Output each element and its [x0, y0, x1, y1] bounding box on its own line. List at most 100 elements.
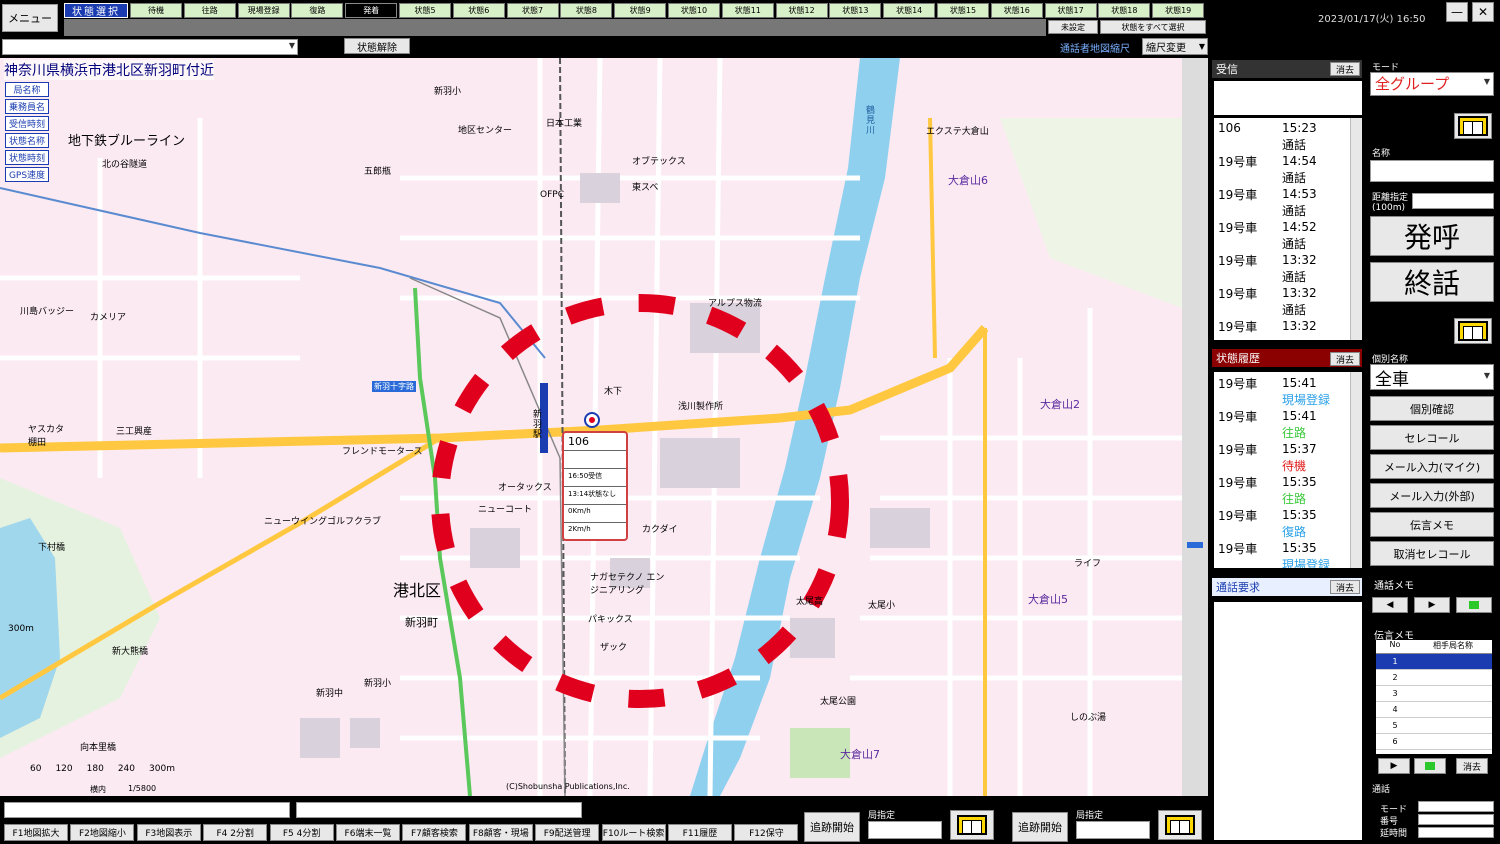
track-phonebook-button-2[interactable]: [1158, 810, 1202, 840]
individual-select[interactable]: 全車 ▼: [1370, 364, 1494, 390]
fkey-button-2[interactable]: F2地図縮小: [70, 824, 135, 841]
side-button-0[interactable]: 個別確認: [1370, 396, 1494, 421]
map-view[interactable]: 地下鉄ブルーライン 北の谷隧道 港北区 新羽町 大倉山2 大倉山5 大倉山6 大…: [0, 58, 1182, 796]
log-row[interactable]: 19号車 13:32: [1214, 285, 1362, 302]
minimize-button[interactable]: —: [1446, 2, 1468, 22]
log-row[interactable]: 19号車 14:54: [1214, 153, 1362, 170]
map-scrollbar-thumb[interactable]: [1187, 542, 1203, 548]
state-button-10[interactable]: 状態10: [668, 3, 720, 18]
legend-button-0[interactable]: 局名称: [5, 82, 49, 97]
log-row[interactable]: 19号車 15:35: [1214, 507, 1362, 524]
state-button-4[interactable]: 発着: [345, 3, 398, 18]
select-all-states-button[interactable]: 状態をすべて選択: [1100, 20, 1206, 34]
state-button-14[interactable]: 状態14: [883, 3, 936, 18]
fkey-button-6[interactable]: F6端末一覧: [336, 824, 400, 841]
station-spec-input-2[interactable]: [1076, 821, 1150, 839]
memo-row[interactable]: 1: [1376, 654, 1492, 670]
side-button-3[interactable]: メール入力(外部): [1370, 483, 1494, 508]
fkey-button-7[interactable]: F7顧客検索: [402, 824, 467, 841]
history-list-scrollbar[interactable]: [1350, 372, 1362, 568]
call-memo-record-button[interactable]: [1456, 597, 1492, 613]
fkey-button-1[interactable]: F1地図拡大: [4, 824, 68, 841]
received-list[interactable]: 106 15:23 通話 19号車 14:54 通話 19号車 14:53 通話 19号車 14:5…: [1214, 118, 1362, 340]
fkey-button-10[interactable]: F10ルート検索: [601, 824, 666, 841]
log-row[interactable]: 19号車 13:32: [1214, 252, 1362, 269]
fkey-button-9[interactable]: F9配送管理: [535, 824, 600, 841]
history-list[interactable]: 19号車 15:41 現場登録 19号車 15:41 往路 19号車 15:37 待機 19号車 1…: [1214, 372, 1362, 568]
fkey-button-5[interactable]: F5 4分割: [269, 824, 334, 841]
legend-button-1[interactable]: 乗務員名: [5, 99, 49, 114]
station-spec-input[interactable]: [868, 821, 942, 839]
fkey-button-4[interactable]: F4 2分割: [203, 824, 268, 841]
log-row[interactable]: 19号車 15:35: [1214, 540, 1362, 557]
memo-row[interactable]: 6: [1376, 734, 1492, 750]
menu-button[interactable]: メニュー: [2, 4, 58, 32]
distance-input[interactable]: [1412, 193, 1494, 209]
memo-record-button[interactable]: [1414, 758, 1446, 774]
fkey-button-8[interactable]: F8顧客・現場: [468, 824, 533, 841]
state-button-2[interactable]: 現場登録: [237, 3, 290, 18]
state-button-15[interactable]: 状態15: [937, 3, 989, 18]
log-row[interactable]: 19号車 15:41: [1214, 408, 1362, 425]
legend-button-4[interactable]: 状態時刻: [5, 150, 49, 165]
state-button-5[interactable]: 状態5: [399, 3, 451, 18]
fkey-button-3[interactable]: F3地図表示: [136, 824, 201, 841]
side-button-5[interactable]: 取消セレコール: [1370, 541, 1494, 566]
log-row[interactable]: 106 15:23: [1214, 120, 1362, 137]
log-row[interactable]: 19号車 15:37: [1214, 441, 1362, 458]
state-release-button[interactable]: 状態解除: [344, 38, 410, 54]
track-phonebook-button[interactable]: [950, 810, 994, 840]
vehicle-popup[interactable]: 106 16:50受信 13:14状態なし 0Km/h 2Km/h: [562, 431, 628, 541]
track-start-button-2[interactable]: 追跡開始: [1012, 812, 1068, 842]
state-button-0[interactable]: 待機: [130, 3, 182, 18]
close-button[interactable]: ✕: [1472, 2, 1494, 22]
state-button-13[interactable]: 状態13: [829, 3, 882, 18]
end-call-button[interactable]: 終話: [1370, 262, 1494, 302]
memo-clear-button[interactable]: 消去: [1456, 758, 1488, 774]
state-button-17[interactable]: 状態17: [1044, 3, 1097, 18]
memo-row[interactable]: 4: [1376, 702, 1492, 718]
legend-button-3[interactable]: 状態名称: [5, 133, 49, 148]
call-button[interactable]: 発呼: [1370, 216, 1494, 256]
state-button-7[interactable]: 状態7: [506, 3, 559, 18]
history-clear-button[interactable]: 消去: [1330, 352, 1360, 366]
fkey-button-11[interactable]: F11履歴: [668, 824, 732, 841]
memo-play-button[interactable]: ▶: [1378, 758, 1410, 774]
state-button-19[interactable]: 状態19: [1152, 3, 1205, 18]
state-button-18[interactable]: 状態18: [1098, 3, 1151, 18]
log-row[interactable]: 19号車 13:32: [1214, 318, 1362, 335]
mode-select[interactable]: 全グループ ▼: [1370, 72, 1494, 96]
state-button-6[interactable]: 状態6: [452, 3, 505, 18]
map-scrollbar[interactable]: [1182, 58, 1208, 796]
memo-row[interactable]: 2: [1376, 670, 1492, 686]
state-button-9[interactable]: 状態9: [614, 3, 667, 18]
call-request-list[interactable]: [1214, 602, 1362, 840]
name-input[interactable]: [1370, 160, 1494, 182]
state-button-12[interactable]: 状態12: [775, 3, 828, 18]
state-button-1[interactable]: 往路: [183, 3, 236, 18]
side-button-1[interactable]: セレコール: [1370, 425, 1494, 450]
received-list-scrollbar[interactable]: [1350, 118, 1362, 340]
phonebook-button-2[interactable]: [1454, 318, 1492, 344]
state-button-16[interactable]: 状態16: [990, 3, 1043, 18]
call-request-clear-button[interactable]: 消去: [1330, 580, 1360, 594]
track-start-button[interactable]: 追跡開始: [804, 812, 860, 842]
scale-change-combo[interactable]: 縮尺変更 ▼: [1142, 38, 1208, 55]
phonebook-button[interactable]: [1454, 113, 1492, 139]
log-row[interactable]: 19号車 15:41: [1214, 375, 1362, 392]
memo-row[interactable]: 3: [1376, 686, 1492, 702]
side-button-2[interactable]: メール入力(マイク): [1370, 454, 1494, 479]
side-button-4[interactable]: 伝言メモ: [1370, 512, 1494, 537]
call-memo-play-button[interactable]: ▶: [1414, 597, 1450, 613]
log-row[interactable]: 19号車 14:53: [1214, 186, 1362, 203]
log-row[interactable]: 19号車 15:35: [1214, 474, 1362, 491]
call-memo-rewind-button[interactable]: ◀: [1372, 597, 1408, 613]
message-memo-table[interactable]: No 相手局名称 1 2 3 4 5 6: [1376, 640, 1492, 754]
log-row[interactable]: 19号車 14:52: [1214, 219, 1362, 236]
fkey-button-12[interactable]: F12保守: [734, 824, 799, 841]
state-button-3[interactable]: 復路: [291, 3, 344, 18]
state-button-11[interactable]: 状態11: [721, 3, 774, 18]
state-button-8[interactable]: 状態8: [560, 3, 613, 18]
search-combo[interactable]: ▼: [2, 39, 298, 55]
legend-button-2[interactable]: 受信時刻: [5, 116, 49, 131]
